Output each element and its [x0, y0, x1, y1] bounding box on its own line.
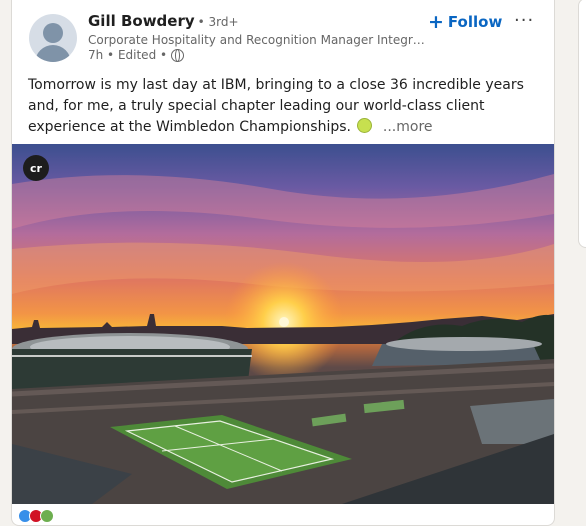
ellipsis-icon[interactable]: ··· [514, 10, 534, 31]
reaction-icons[interactable] [18, 509, 54, 523]
author-name[interactable]: Gill Bowdery [88, 12, 195, 30]
globe-icon [171, 48, 185, 62]
tennis-ball-icon [357, 118, 373, 133]
side-panel-card [578, 0, 586, 248]
follow-button[interactable]: + Follow [428, 11, 502, 33]
author-avatar[interactable] [29, 14, 77, 62]
plus-icon: + [428, 10, 444, 33]
celebrate-reaction-icon [40, 509, 54, 523]
stadium-illustration [12, 174, 554, 504]
post-meta: 7h • Edited • [88, 48, 185, 62]
feed-post-card: Gill Bowdery • 3rd+ Corporate Hospitalit… [11, 0, 555, 526]
connection-degree: • 3rd+ [197, 15, 239, 29]
post-image[interactable]: cr [12, 144, 554, 504]
see-more-link[interactable]: ...more [383, 119, 433, 135]
author-headline[interactable]: Corporate Hospitality and Recognition Ma… [88, 33, 428, 47]
post-text: Tomorrow is my last day at IBM, bringing… [28, 77, 524, 135]
follow-label: Follow [447, 13, 503, 31]
image-source-badge: cr [23, 155, 49, 181]
author-name-row: Gill Bowdery • 3rd+ [88, 12, 239, 34]
post-time: 7h • Edited • [88, 48, 168, 62]
post-text-container: Tomorrow is my last day at IBM, bringing… [28, 75, 544, 138]
